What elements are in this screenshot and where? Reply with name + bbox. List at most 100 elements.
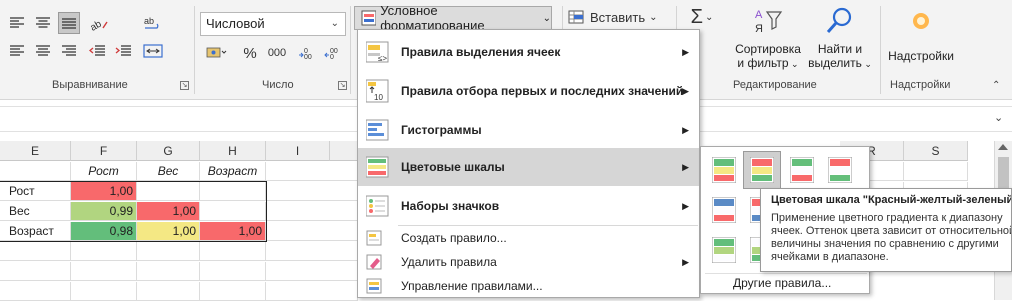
color-scale-swatch-icon <box>712 197 736 223</box>
merge-center-button[interactable] <box>140 40 166 62</box>
color-scale-option-red-white-green[interactable] <box>821 151 859 189</box>
cell-e6[interactable] <box>0 242 71 261</box>
increase-decimal-icon: 000 <box>299 48 312 60</box>
expand-formula-bar-icon[interactable]: ⌄ <box>994 111 1003 124</box>
cell-i4[interactable] <box>266 222 358 241</box>
sort-filter-button[interactable]: АЯ Сортировка и фильтр ⌄ <box>730 6 806 74</box>
alignment-dialog-launcher[interactable]: ↘ <box>180 81 189 90</box>
column-header-blank[interactable] <box>330 141 358 161</box>
group-label-alignment: Выравнивание <box>52 79 128 91</box>
svg-text:Я: Я <box>755 23 763 35</box>
menu-item-top-bottom[interactable]: 10 Правила отбора первых и последних зна… <box>358 72 699 110</box>
find-select-label-1: Найти и <box>817 42 863 56</box>
column-header-s[interactable]: S <box>904 141 968 161</box>
align-left-indent-button[interactable] <box>6 40 28 62</box>
cell-f7[interactable] <box>71 262 137 281</box>
column-header-h[interactable]: H <box>200 141 266 161</box>
number-format-dropdown[interactable]: Числовой ⌄ <box>200 12 346 36</box>
align-left-button[interactable] <box>6 12 28 34</box>
cell-e8[interactable] <box>0 282 71 301</box>
align-center-small-button[interactable] <box>32 40 54 62</box>
cell-f8[interactable] <box>71 282 137 301</box>
cell-i6[interactable] <box>266 242 358 261</box>
chevron-down-icon: ⌄ <box>542 12 551 24</box>
collapse-ribbon-icon[interactable]: ⌃ <box>992 80 1000 91</box>
cell-h8[interactable] <box>200 282 266 301</box>
cell-i3[interactable] <box>266 202 358 221</box>
menu-item-label: Правила выделения ячеек <box>401 45 561 59</box>
group-label-number: Число <box>262 79 294 91</box>
group-separator <box>350 6 351 94</box>
conditional-formatting-button[interactable]: Условное форматирование ⌄ <box>354 3 552 33</box>
cell-i1[interactable] <box>266 162 358 181</box>
submenu-arrow-icon: ▶ <box>682 200 689 211</box>
align-center-button[interactable] <box>32 12 54 34</box>
increase-decimal-button[interactable]: 0 00 <box>296 42 320 64</box>
addins-button[interactable]: Надстройки <box>884 6 958 74</box>
color-scale-option-green-white-red[interactable] <box>783 151 821 189</box>
orientation-button[interactable]: ab <box>86 12 112 34</box>
cell-f6[interactable] <box>71 242 137 261</box>
menu-item-color-scales[interactable]: Цветовые шкалы ▶ <box>358 148 699 186</box>
column-header-i[interactable]: I <box>266 141 330 161</box>
submenu-arrow-icon: ▶ <box>682 124 689 135</box>
menu-item-data-bars[interactable]: Гистограммы ▶ <box>358 112 699 148</box>
table-header-age[interactable]: Возраст <box>200 162 266 181</box>
more-rules-menu-item[interactable]: Другие правила... <box>705 273 867 291</box>
color-scale-option-green-yellow-red[interactable] <box>705 151 743 189</box>
cell-i2[interactable] <box>266 182 358 201</box>
column-header-f[interactable]: F <box>71 141 137 161</box>
decrease-indent-button[interactable] <box>86 40 108 62</box>
cell-e7[interactable] <box>0 262 71 281</box>
cell-g6[interactable] <box>137 242 200 261</box>
menu-item-clear-rules[interactable]: Удалить правила ▶ <box>358 251 699 273</box>
color-scale-option-red-yellow-green[interactable] <box>743 151 781 189</box>
column-header-g[interactable]: G <box>137 141 200 161</box>
color-scale-option-blue-white-red[interactable] <box>705 191 743 229</box>
highlight-rules-icon: ≤> <box>366 41 389 63</box>
cell-i7[interactable] <box>266 262 358 281</box>
color-scale-swatch-icon <box>712 157 736 183</box>
align-bottom-button[interactable] <box>58 12 80 34</box>
orientation-icon: ab <box>89 18 108 31</box>
currency-icon <box>206 47 227 58</box>
table-header-height[interactable]: Рост <box>71 162 137 181</box>
cell-h7[interactable] <box>200 262 266 281</box>
submenu-arrow-icon: ▶ <box>682 256 689 267</box>
cell-e1[interactable] <box>0 162 71 181</box>
autosum-button[interactable]: Σ ⌄ <box>684 6 720 28</box>
decrease-decimal-icon: 000 <box>324 48 338 60</box>
decrease-decimal-button[interactable]: 00 0 <box>322 42 346 64</box>
align-center-small-icon <box>36 45 50 56</box>
column-header-e[interactable]: E <box>0 141 71 161</box>
cell-s1[interactable] <box>904 162 968 181</box>
cell-g8[interactable] <box>137 282 200 301</box>
percent-button[interactable]: % <box>238 42 262 64</box>
align-right-button[interactable] <box>58 40 80 62</box>
table-header-weight[interactable]: Вес <box>137 162 200 181</box>
menu-item-icon-sets[interactable]: Наборы значков ▶ <box>358 188 699 224</box>
thousands-separator-button[interactable]: 000 <box>264 42 290 64</box>
number-dialog-launcher[interactable]: ↘ <box>338 81 347 90</box>
cell-h6[interactable] <box>200 242 266 261</box>
insert-cells-button[interactable]: Вставить ⌄ <box>568 6 668 28</box>
increase-indent-button[interactable] <box>112 40 134 62</box>
insert-cells-label: Вставить <box>590 9 646 25</box>
scroll-up-icon[interactable] <box>998 144 1008 150</box>
menu-item-highlight-rules[interactable]: ≤> Правила выделения ячеек ▶ <box>358 34 699 70</box>
menu-item-new-rule[interactable]: Создать правило... <box>358 227 699 249</box>
wrap-text-button[interactable]: ab <box>140 12 166 34</box>
conditional-formatting-menu: ≤> Правила выделения ячеек ▶ 10 Правила … <box>357 29 700 298</box>
merge-center-icon <box>143 44 163 58</box>
color-scale-swatch-icon <box>750 157 774 183</box>
cell-g7[interactable] <box>137 262 200 281</box>
tooltip-body: Применение цветного градиента к диапазон… <box>771 212 1012 263</box>
cell-i8[interactable] <box>266 282 358 301</box>
more-rules-label: Другие правила... <box>733 276 832 290</box>
menu-item-manage-rules[interactable]: Управление правилами... <box>358 275 699 297</box>
chevron-down-icon: ⌄ <box>788 59 799 69</box>
find-select-button[interactable]: Найти и выделить ⌄ <box>808 6 872 74</box>
color-scale-option-white-red[interactable] <box>705 231 743 269</box>
currency-format-button[interactable] <box>202 42 232 64</box>
cell-r1[interactable] <box>870 162 904 181</box>
